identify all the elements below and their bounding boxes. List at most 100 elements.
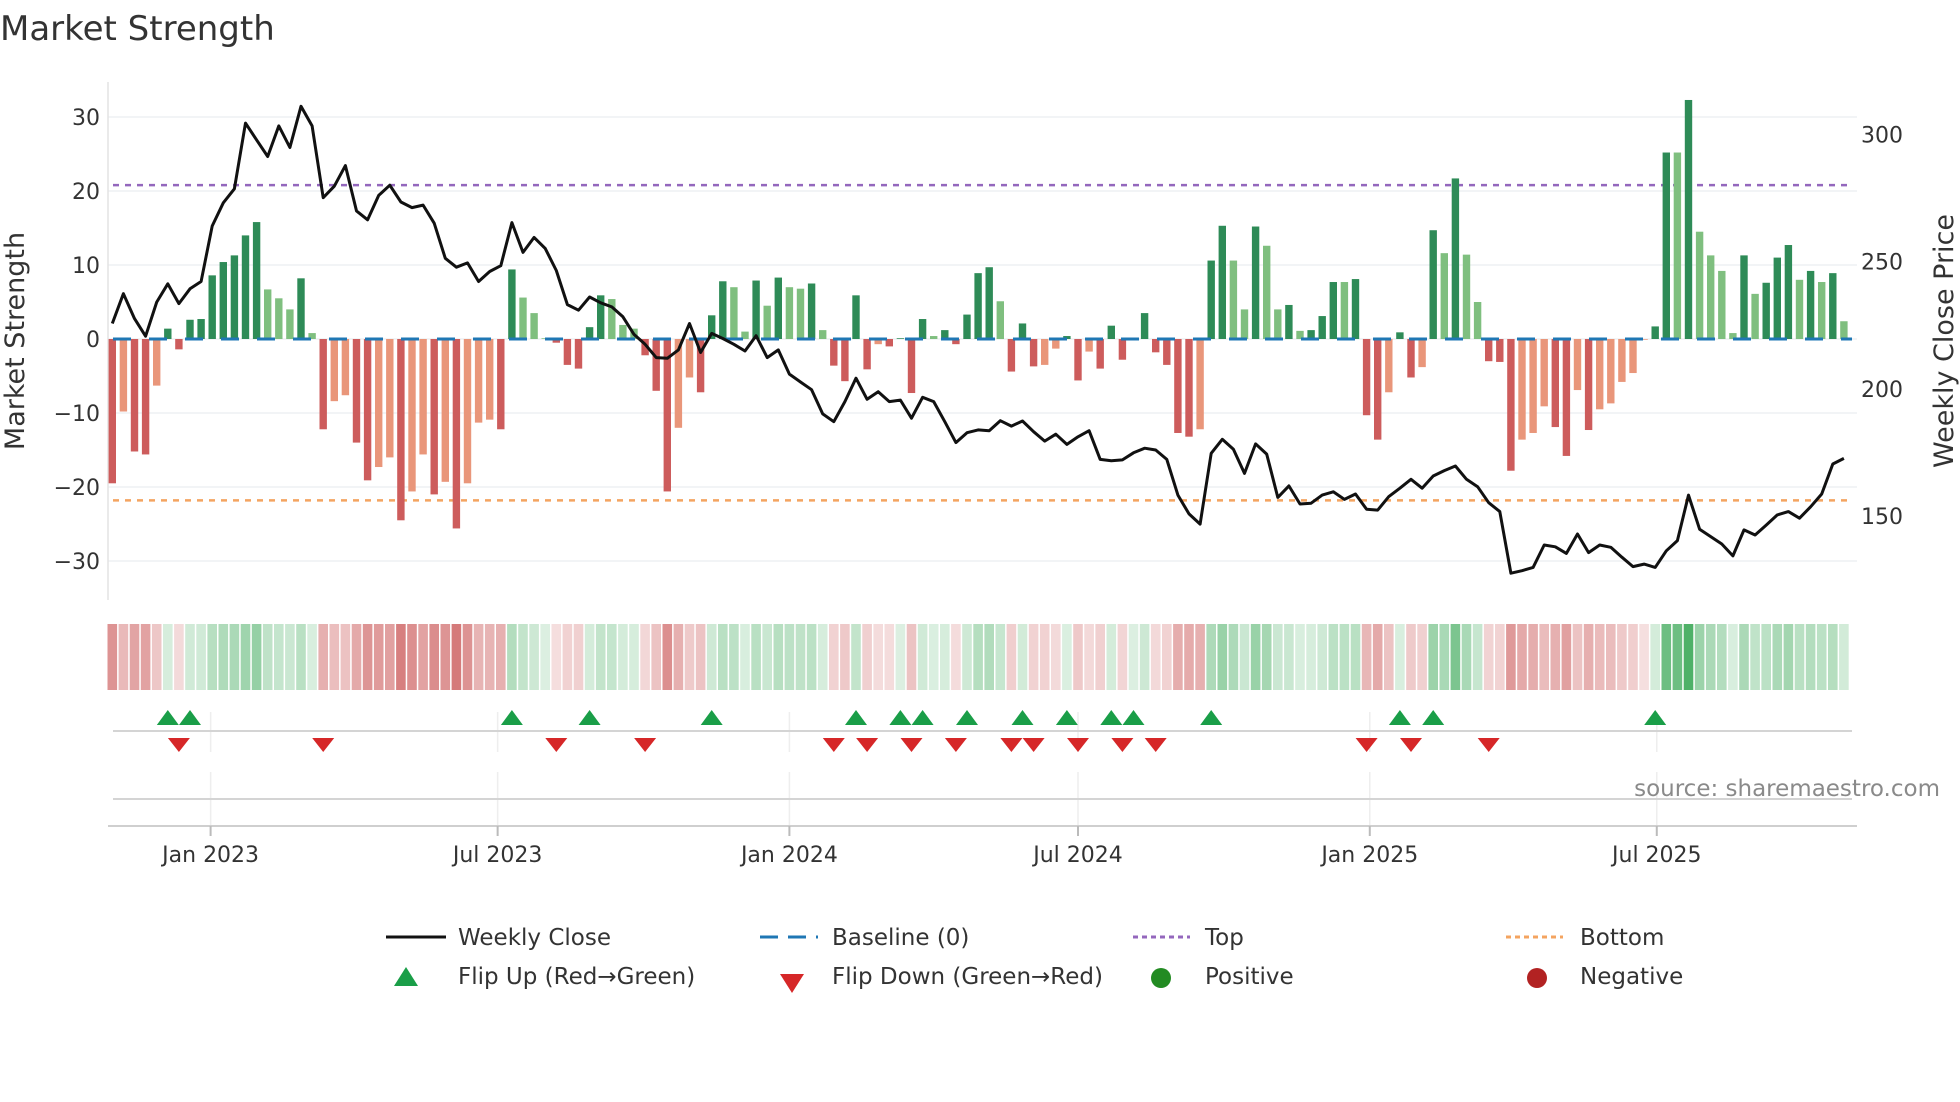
chart-title: Market Strength xyxy=(0,9,275,49)
negative-bar xyxy=(685,339,694,378)
flip-down-marker xyxy=(1067,738,1089,752)
y-tick-label: 0 xyxy=(86,328,100,353)
y2-tick-label: 150 xyxy=(1861,505,1903,530)
positive-strip-cell xyxy=(163,624,173,690)
positive-strip-cell xyxy=(1717,624,1727,690)
positive-strip-cell xyxy=(540,624,550,690)
negative-strip-cell xyxy=(1039,624,1050,690)
flip-up-marker xyxy=(1100,710,1123,725)
left-axis-ticks: 30 20 10 0 −10 −20 −30 xyxy=(54,106,100,575)
positive-bar xyxy=(252,222,261,339)
flip-down-marker xyxy=(1022,738,1045,752)
negative-bar xyxy=(1041,339,1049,365)
positive-bar xyxy=(619,324,627,339)
negative-strip-cell xyxy=(1495,624,1505,690)
y2-tick-label: 200 xyxy=(1861,378,1903,403)
positive-bar xyxy=(896,338,905,339)
positive-bar xyxy=(1340,282,1349,339)
negative-strip-cell xyxy=(329,624,340,690)
positive-bar xyxy=(918,319,927,339)
negative-bar xyxy=(363,339,372,481)
negative-strip-cell xyxy=(118,624,129,690)
positive-bar xyxy=(1707,255,1715,339)
legend: Weekly Close Baseline (0) Top Bottom Fli… xyxy=(386,925,1683,993)
positive-strip-cell xyxy=(1017,624,1028,690)
negative-bar xyxy=(1551,339,1559,428)
flip-down-marker xyxy=(545,738,568,752)
positive-strip-cell xyxy=(962,624,972,690)
negative-strip-cell xyxy=(1483,624,1494,690)
negative-strip-cell xyxy=(1361,624,1372,690)
negative-strip-cell xyxy=(351,624,362,690)
positive-bar xyxy=(719,281,727,339)
negative-strip-cell xyxy=(1406,624,1416,690)
positive-bar xyxy=(1285,304,1293,339)
positive-bar xyxy=(1840,321,1848,339)
positive-strip-cell xyxy=(706,624,717,690)
negative-bar xyxy=(1540,339,1548,407)
negative-strip-cell xyxy=(107,624,118,690)
positive-strip-cell xyxy=(1683,624,1694,690)
flip-up-marker xyxy=(500,710,523,725)
flip-up-marker xyxy=(1122,710,1145,725)
positive-strip-cell xyxy=(262,624,273,690)
negative-strip-cell xyxy=(1517,624,1527,690)
negative-bar xyxy=(1163,339,1171,365)
flip-down-marker xyxy=(856,738,879,752)
positive-strip-cell xyxy=(795,624,806,690)
positive-bar xyxy=(985,267,993,339)
flip-up-marker xyxy=(845,710,867,725)
positive-strip-cell xyxy=(1339,624,1350,690)
y-tick-label: −10 xyxy=(54,402,100,427)
positive-strip-cell xyxy=(285,624,295,690)
negative-bar xyxy=(130,339,139,452)
negative-bar xyxy=(1185,339,1193,437)
negative-bar xyxy=(1496,339,1504,362)
positive-strip-cell xyxy=(196,624,206,690)
positive-bar xyxy=(1806,270,1815,339)
positive-bar xyxy=(930,336,938,339)
positive-strip-cell xyxy=(251,624,262,690)
positive-strip-cell xyxy=(1239,624,1250,690)
positive-strip-cell xyxy=(1350,624,1361,690)
flip-up-marker xyxy=(578,710,601,725)
positive-bar xyxy=(1651,326,1659,339)
flip-up-marker xyxy=(1055,710,1078,725)
positive-strip-cell xyxy=(1739,624,1749,690)
positive-bar xyxy=(1140,313,1149,339)
negative-bar xyxy=(1118,339,1127,360)
left-axis-label: Market Strength xyxy=(0,232,31,450)
legend-label: Bottom xyxy=(1580,925,1664,951)
positive-strip-cell xyxy=(1783,624,1794,690)
negative-strip-cell xyxy=(1561,624,1572,690)
negative-strip-cell xyxy=(418,624,428,690)
negative-strip-cell xyxy=(1594,624,1605,690)
positive-bar xyxy=(197,319,205,339)
positive-bar xyxy=(996,301,1004,339)
negative-bar xyxy=(1529,339,1537,433)
positive-strip-cell xyxy=(274,624,284,690)
positive-bar xyxy=(219,262,227,339)
negative-strip-cell xyxy=(1372,624,1383,690)
x-tick-label: Jan 2025 xyxy=(1319,843,1418,868)
positive-strip-cell xyxy=(984,624,994,690)
negative-bar xyxy=(1518,339,1526,440)
positive-strip-cell xyxy=(518,624,528,690)
positive-bar xyxy=(1018,323,1027,339)
positive-bar xyxy=(752,280,760,339)
negative-strip-cell xyxy=(884,624,895,690)
negative-bar xyxy=(341,339,350,396)
positive-strip-cell xyxy=(629,624,639,690)
positive-strip-cell xyxy=(1805,624,1816,690)
negative-bar xyxy=(1618,339,1626,382)
positive-strip-cell xyxy=(895,624,906,690)
negative-strip-cell xyxy=(1006,624,1017,690)
negative-bar xyxy=(1085,339,1093,352)
negative-bar xyxy=(108,339,116,484)
positive-strip-cell xyxy=(1650,624,1660,690)
positive-bar xyxy=(1318,316,1326,339)
legend-item-baseline: Baseline (0) xyxy=(760,925,969,951)
negative-bar xyxy=(1629,339,1637,374)
positive-strip-cell xyxy=(1295,624,1305,690)
negative-strip-cell xyxy=(174,624,184,690)
